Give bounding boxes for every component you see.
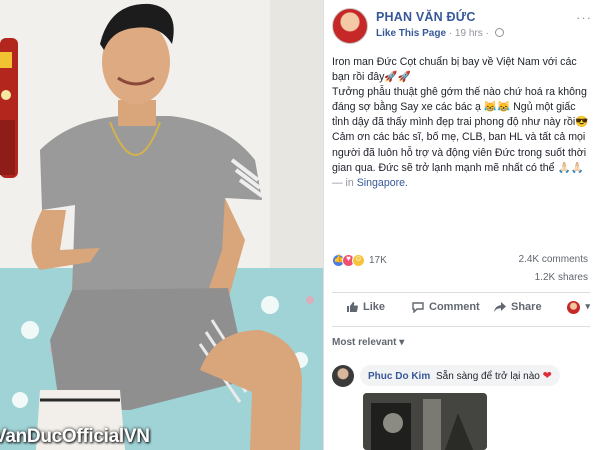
globe-icon [494, 28, 504, 37]
comment-button[interactable]: Comment [412, 301, 480, 313]
post-paragraph: Iron man Đức Cọt chuẩn bị bay về Việt Na… [332, 56, 577, 84]
location-link[interactable]: Singapore. [357, 177, 408, 189]
post-paragraph: Cảm ơn các bác sĩ, bố mẹ, CLB, ban HL và… [332, 130, 590, 190]
post-actions: Like Comment Share ▾ [332, 298, 590, 320]
commenter-avatar[interactable] [332, 365, 354, 387]
page-name[interactable]: PHAN VĂN ĐỨC [376, 10, 476, 24]
comment-attached-image[interactable] [363, 393, 487, 450]
comment-sort-dropdown[interactable]: Most relevant ▾ [332, 337, 404, 348]
share-icon [494, 302, 506, 312]
shares-count[interactable]: 1.2K shares [535, 272, 588, 283]
comment-item: Phuc Do Kim Sẵn sàng để trở lại nào ❤ [332, 365, 592, 387]
thumbs-up-icon [347, 302, 358, 312]
actor-avatar[interactable] [567, 301, 580, 314]
chevron-down-icon[interactable]: ▾ [585, 301, 590, 312]
comment-bubble: Phuc Do Kim Sẵn sàng để trở lại nào ❤ [360, 365, 560, 386]
post-paragraph-text: Cảm ơn các bác sĩ, bố mẹ, CLB, ban HL và… [332, 131, 587, 174]
iron-man-figure [0, 38, 18, 178]
reactions-bar: 👍 ♥ ☺ 17K 2.4K comments 1.2K shares [332, 252, 588, 283]
heart-icon: ❤ [542, 370, 552, 382]
comment-text: Sẵn sàng để trở lại nào [436, 371, 540, 382]
comment-photo [363, 393, 487, 450]
more-options-icon[interactable]: ··· [576, 10, 592, 25]
page-avatar[interactable] [332, 8, 368, 44]
comment-icon [412, 302, 424, 313]
divider [332, 292, 590, 293]
comments-count[interactable]: 2.4K comments [519, 254, 588, 265]
comment-label: Comment [429, 301, 480, 313]
post-time[interactable]: · 19 hrs · [449, 28, 489, 39]
reaction-count[interactable]: 17K [369, 255, 387, 266]
photo-watermark: VanDucOfficialVN [0, 426, 150, 447]
post-text: Iron man Đức Cọt chuẩn bị bay về Việt Na… [332, 55, 590, 191]
facebook-post: PHAN VĂN ĐỨC Like This Page · 19 hrs · ·… [323, 0, 600, 450]
share-label: Share [511, 301, 542, 313]
post-photo[interactable]: VanDucOfficialVN [0, 0, 323, 450]
photo-illustration [0, 0, 323, 450]
post-header: PHAN VĂN ĐỨC Like This Page · 19 hrs · ·… [332, 6, 594, 48]
haha-reaction-icon[interactable]: ☺ [352, 254, 365, 267]
like-label: Like [363, 301, 386, 313]
post-paragraph: Tưởng phẫu thuật ghê gớm thế nào chứ hoá… [332, 86, 589, 129]
like-button[interactable]: Like [346, 301, 385, 313]
location-prefix: — in [332, 176, 357, 189]
commenter-name[interactable]: Phuc Do Kim [368, 371, 430, 382]
divider [332, 326, 590, 327]
post-meta: Like This Page · 19 hrs · [376, 28, 504, 39]
like-page-link[interactable]: Like This Page [376, 28, 446, 39]
share-button[interactable]: Share [494, 301, 542, 313]
